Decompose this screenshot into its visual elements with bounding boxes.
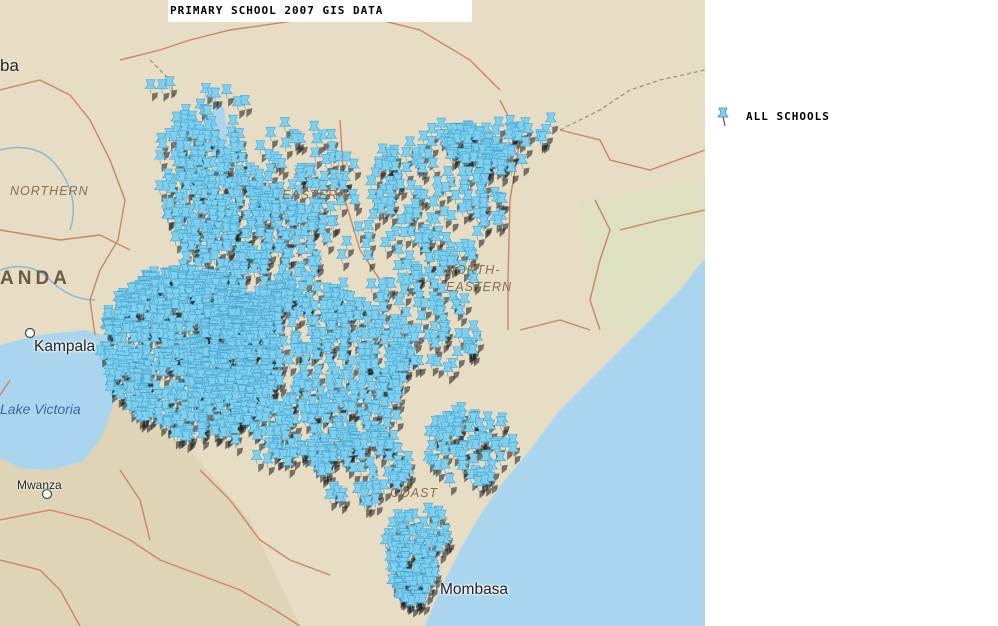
pushpin-icon <box>717 107 729 127</box>
legend: ALL SCHOOLS <box>714 104 830 128</box>
map-label-uganda: ANDA <box>0 268 71 289</box>
map-label-ethiopia: ba <box>0 56 19 75</box>
map-label-coast-region: COAST <box>390 486 439 500</box>
map-label-eastern-region: EASTERN <box>282 188 349 202</box>
map-title: PRIMARY SCHOOL 2007 GIS DATA <box>168 0 472 22</box>
map-label-lake-victoria: Lake Victoria <box>0 401 81 417</box>
map-panel[interactable]: ba NORTHERN ANDA EASTERN NORTH-EASTERN C… <box>0 0 705 626</box>
legend-label-all-schools: ALL SCHOOLS <box>746 109 830 123</box>
basemap <box>0 0 705 626</box>
map-label-kampala: Kampala <box>34 338 96 355</box>
map-label-mombasa: Mombasa <box>440 581 509 598</box>
map-label-north-eastern-region: NORTH-EASTERN <box>446 263 513 294</box>
map-label-mwanza: Mwanza <box>17 478 62 492</box>
map-label-northern-region: NORTHERN <box>10 184 89 198</box>
